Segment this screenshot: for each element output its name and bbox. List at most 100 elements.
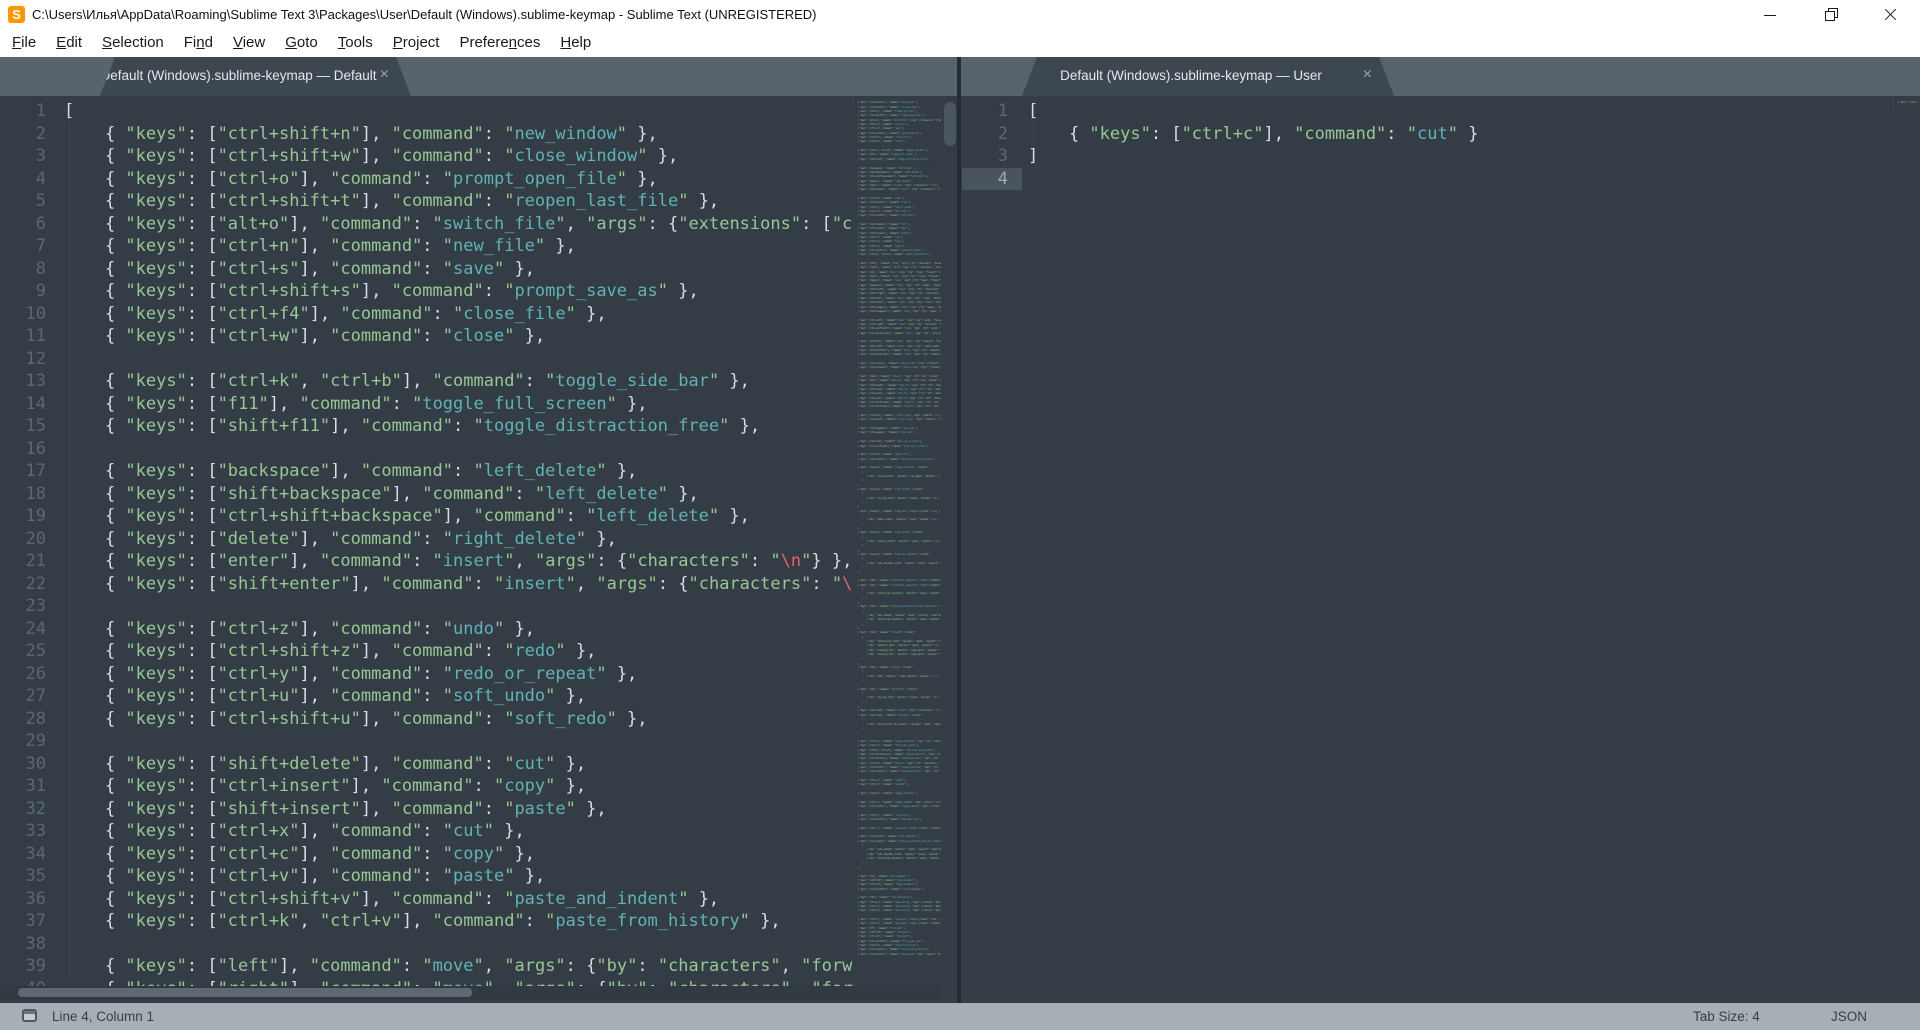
code-view[interactable]: [ { "keys": ["ctrl+c"], "command": "cut"… xyxy=(1028,96,1888,190)
code-line[interactable]: { "keys": ["shift+enter"], "command": "i… xyxy=(64,573,853,596)
code-line[interactable]: ​ xyxy=(64,933,853,956)
code-line[interactable]: { "keys": ["ctrl+o"], "command": "prompt… xyxy=(64,168,853,191)
code-line[interactable]: { "keys": ["left"], "command": "move", "… xyxy=(64,955,853,978)
code-line[interactable]: { "keys": ["ctrl+shift+backspace"], "com… xyxy=(64,505,853,528)
code-line[interactable]: { "keys": ["ctrl+w"], "command": "close"… xyxy=(64,325,853,348)
vertical-scrollbar-thumb[interactable] xyxy=(944,102,956,146)
code-line[interactable]: { "keys": ["backspace"], "command": "lef… xyxy=(64,460,853,483)
code-line[interactable]: { "keys": ["ctrl+c"], "command": "copy" … xyxy=(64,843,853,866)
code-line[interactable]: { "keys": ["ctrl+k", "ctrl+b"], "command… xyxy=(64,370,853,393)
code-line[interactable]: { "keys": ["ctrl+c"], "command": "cut" } xyxy=(1028,123,1888,146)
code-line[interactable]: { "keys": ["f11"], "command": "toggle_fu… xyxy=(64,393,853,416)
close-button[interactable] xyxy=(1867,0,1913,30)
menu-item-goto[interactable]: Goto xyxy=(275,30,328,57)
tab-bar-left: Default (Windows).sublime-keymap — Defau… xyxy=(0,57,957,96)
minimize-button[interactable] xyxy=(1747,0,1793,30)
restore-button[interactable] xyxy=(1807,0,1853,30)
code-line[interactable]: { "keys": ["ctrl+u"], "command": "soft_u… xyxy=(64,685,853,708)
tab-size-indicator[interactable]: Tab Size: 4 xyxy=(1693,1009,1760,1024)
line-number-gutter: 1234567891011121314151617181920212223242… xyxy=(12,96,46,1000)
title-bar: S C:\Users\Илья\AppData\Roaming\Sublime … xyxy=(0,0,1920,30)
code-line[interactable]: { "keys": ["ctrl+insert"], "command": "c… xyxy=(64,775,853,798)
menu-bar: FileEditSelectionFindViewGotoToolsProjec… xyxy=(0,30,1920,57)
code-line[interactable]: { "keys": ["ctrl+shift+n"], "command": "… xyxy=(64,123,853,146)
code-line[interactable]: { "keys": ["shift+insert"], "command": "… xyxy=(64,798,853,821)
code-line[interactable]: { "keys": ["ctrl+f4"], "command": "close… xyxy=(64,303,853,326)
menu-item-help[interactable]: Help xyxy=(550,30,601,57)
code-line[interactable]: { "keys": ["ctrl+shift+v"], "command": "… xyxy=(64,888,853,911)
code-line[interactable]: ​ xyxy=(64,438,853,461)
menu-item-find[interactable]: Find xyxy=(174,30,223,57)
line-number: 20 xyxy=(12,528,46,551)
line-number: 34 xyxy=(12,843,46,866)
syntax-indicator[interactable]: JSON xyxy=(1831,1009,1867,1024)
code-line[interactable]: ​ xyxy=(64,595,853,618)
line-number: 1 xyxy=(12,100,46,123)
minimap[interactable]: [ { "keys": ["ctrl+shift+n"], "command":… xyxy=(853,96,941,985)
code-line[interactable]: { "keys": ["ctrl+shift+w"], "command": "… xyxy=(64,145,853,168)
code-line[interactable]: ] xyxy=(1028,145,1888,168)
code-line[interactable]: { "keys": ["ctrl+v"], "command": "paste"… xyxy=(64,865,853,888)
indent-guide xyxy=(1033,122,1034,145)
code-line[interactable]: { "keys": ["ctrl+shift+s"], "command": "… xyxy=(64,280,853,303)
code-line[interactable]: { "keys": ["shift+delete"], "command": "… xyxy=(64,753,853,776)
code-line[interactable]: { "keys": ["ctrl+x"], "command": "cut" }… xyxy=(64,820,853,843)
code-line[interactable]: { "keys": ["ctrl+y"], "command": "redo_o… xyxy=(64,663,853,686)
menu-item-selection[interactable]: Selection xyxy=(92,30,174,57)
line-number: 9 xyxy=(12,280,46,303)
code-line[interactable]: ​ xyxy=(64,348,853,371)
code-line[interactable]: { "keys": ["ctrl+n"], "command": "new_fi… xyxy=(64,235,853,258)
line-number: 24 xyxy=(12,618,46,641)
code-line[interactable]: { "keys": ["shift+backspace"], "command"… xyxy=(64,483,853,506)
vertical-scrollbar[interactable] xyxy=(941,96,958,985)
menu-item-tools[interactable]: Tools xyxy=(328,30,383,57)
code-line[interactable]: { "keys": ["shift+f11"], "command": "tog… xyxy=(64,415,853,438)
menu-item-edit[interactable]: Edit xyxy=(46,30,92,57)
line-number: 37 xyxy=(12,910,46,933)
line-number: 5 xyxy=(12,190,46,213)
line-number: 23 xyxy=(12,595,46,618)
line-number: 35 xyxy=(12,865,46,888)
code-line[interactable]: [ xyxy=(1028,100,1888,123)
code-line[interactable]: { "keys": ["ctrl+k", "ctrl+v"], "command… xyxy=(64,910,853,933)
menu-item-preferences[interactable]: Preferences xyxy=(449,30,550,57)
line-number: 14 xyxy=(12,393,46,416)
pane-divider[interactable] xyxy=(957,57,961,1003)
tab-bar-right: Default (Windows).sublime-keymap — User … xyxy=(961,57,1920,96)
code-line[interactable]: { "keys": ["delete"], "command": "right_… xyxy=(64,528,853,551)
menu-item-project[interactable]: Project xyxy=(383,30,450,57)
code-line[interactable]: { "keys": ["ctrl+shift+z"], "command": "… xyxy=(64,640,853,663)
horizontal-scrollbar[interactable] xyxy=(0,986,941,999)
code-line[interactable]: { "keys": ["enter"], "command": "insert"… xyxy=(64,550,853,573)
minimize-icon xyxy=(1764,15,1776,16)
status-bar: Line 4, Column 1 Tab Size: 4 JSON xyxy=(0,1003,1920,1030)
line-number: 39 xyxy=(12,955,46,978)
line-number: 10 xyxy=(12,303,46,326)
line-number: 16 xyxy=(12,438,46,461)
code-line[interactable]: ​ xyxy=(1028,168,1888,191)
sublime-text-window: S C:\Users\Илья\AppData\Roaming\Sublime … xyxy=(0,0,1920,1030)
tab-default-keymap-default[interactable]: Default (Windows).sublime-keymap — Defau… xyxy=(100,57,411,96)
line-number: 2 xyxy=(12,123,46,146)
code-line[interactable]: [ xyxy=(64,100,853,123)
menu-item-file[interactable]: File xyxy=(2,30,46,57)
tab-default-keymap-user[interactable]: Default (Windows).sublime-keymap — User … xyxy=(1022,57,1394,96)
minimap[interactable]: [ { "keys": ["ctrl+c"], "command": "cut"… xyxy=(1893,96,1918,156)
tab-close-icon[interactable]: × xyxy=(1363,66,1372,84)
line-number: 21 xyxy=(12,550,46,573)
code-line[interactable]: { "keys": ["ctrl+s"], "command": "save" … xyxy=(64,258,853,281)
code-line[interactable]: { "keys": ["ctrl+z"], "command": "undo" … xyxy=(64,618,853,641)
code-line[interactable]: { "keys": ["ctrl+shift+t"], "command": "… xyxy=(64,190,853,213)
horizontal-scrollbar-thumb[interactable] xyxy=(18,988,472,997)
menu-item-view[interactable]: View xyxy=(223,30,275,57)
code-view[interactable]: [ { "keys": ["ctrl+shift+n"], "command":… xyxy=(64,96,853,1000)
code-line[interactable]: ​ xyxy=(64,730,853,753)
tab-close-icon[interactable]: × xyxy=(380,66,389,84)
code-line[interactable]: { "keys": ["ctrl+shift+u"], "command": "… xyxy=(64,708,853,731)
line-number: 13 xyxy=(12,370,46,393)
window-title: C:\Users\Илья\AppData\Roaming\Sublime Te… xyxy=(32,7,817,22)
code-line[interactable]: { "keys": ["alt+o"], "command": "switch_… xyxy=(64,213,853,236)
line-number: 30 xyxy=(12,753,46,776)
status-panel-icon[interactable] xyxy=(22,1009,37,1022)
line-number: 3 xyxy=(12,145,46,168)
